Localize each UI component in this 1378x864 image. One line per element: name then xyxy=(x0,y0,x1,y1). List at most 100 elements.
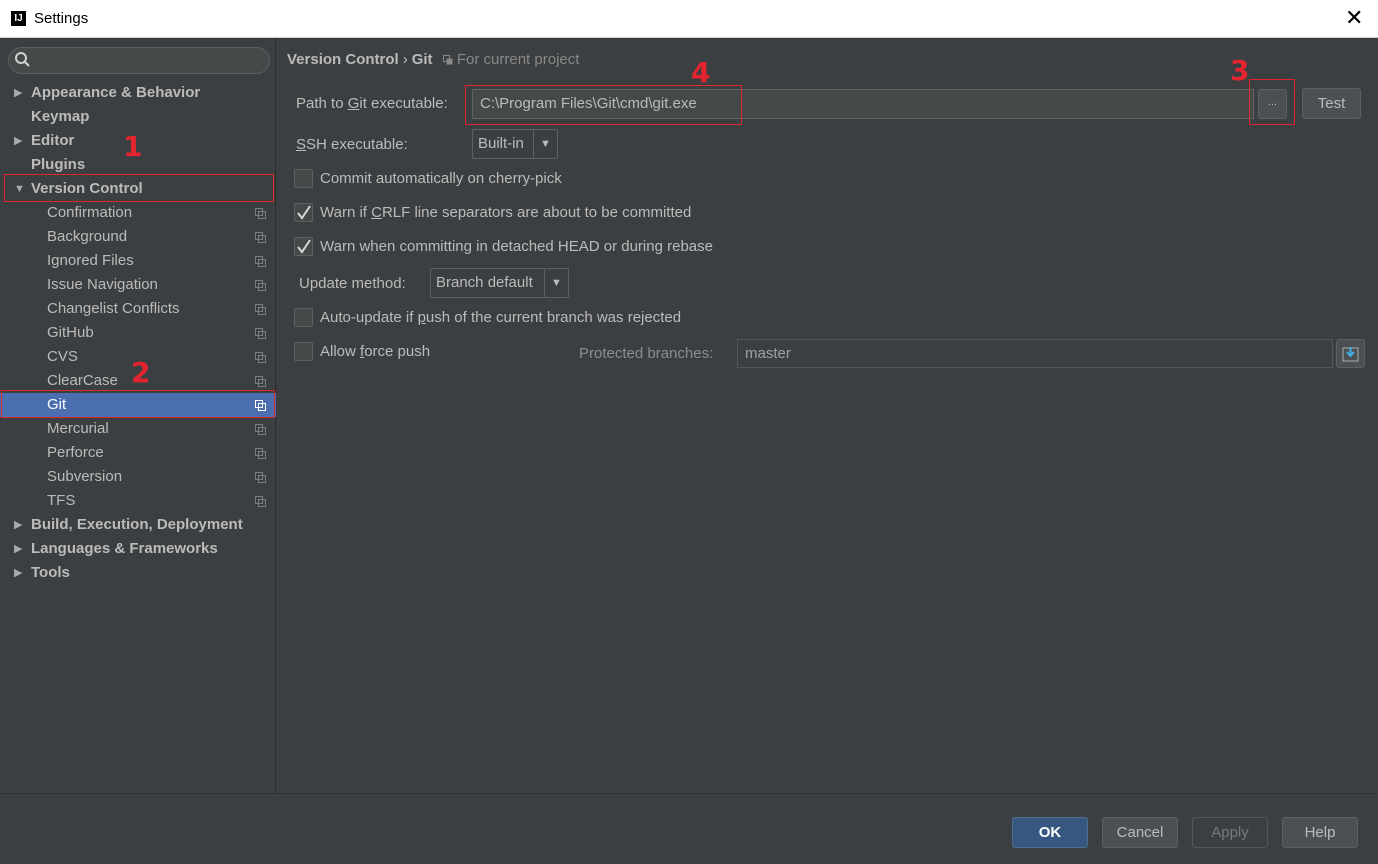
project-scope-icon xyxy=(255,472,266,483)
collapsed-arrow-icon[interactable]: ▶ xyxy=(14,513,22,537)
sidebar-item-changelist-conflicts[interactable]: Changelist Conflicts xyxy=(0,297,276,321)
sidebar-item-issue-navigation[interactable]: Issue Navigation xyxy=(0,273,276,297)
collapsed-arrow-icon[interactable]: ▶ xyxy=(14,129,22,153)
sidebar-item-label: CVS xyxy=(47,348,78,365)
sidebar-item-label: Build, Execution, Deployment xyxy=(31,516,243,533)
sidebar-item-label: Ignored Files xyxy=(47,252,134,269)
ok-button[interactable]: OK xyxy=(1012,817,1088,848)
git-path-label-a: Path to xyxy=(296,95,348,112)
ssh-label-a: S xyxy=(296,136,307,153)
project-scope-icon xyxy=(255,280,266,291)
project-scope-icon xyxy=(255,256,266,267)
sidebar-item-ignored-files[interactable]: Ignored Files xyxy=(0,249,276,273)
sidebar-item-label: Subversion xyxy=(47,468,123,485)
auto-b: p xyxy=(417,309,426,326)
sidebar-item-build-execution-deployment[interactable]: ▶ Build, Execution, Deployment xyxy=(0,513,276,537)
sidebar-item-version-control[interactable]: ▼ Version Control xyxy=(0,177,276,201)
sidebar-item-subversion[interactable]: Subversion xyxy=(0,465,276,489)
sidebar-item-label: Version Control xyxy=(31,180,143,197)
ssh-label-b: SH executable: xyxy=(306,136,408,153)
sidebar-item-confirmation[interactable]: Confirmation xyxy=(0,201,276,225)
force-c: orce push xyxy=(364,343,431,360)
sidebar-item-label: Perforce xyxy=(47,444,104,461)
cancel-button[interactable]: Cancel xyxy=(1102,817,1178,848)
crlf-warning-label: Warn if CRLF line separators are about t… xyxy=(320,202,691,224)
close-icon[interactable]: ✕ xyxy=(1345,5,1363,31)
project-scope-icon xyxy=(442,55,453,65)
ssh-select-value: Built-in xyxy=(478,135,524,152)
sidebar-item-mercurial[interactable]: Mercurial xyxy=(0,417,276,441)
sidebar-item-appearance-behavior[interactable]: ▶ Appearance & Behavior xyxy=(0,81,276,105)
update-method-value: Branch default xyxy=(436,274,533,291)
window-title: Settings xyxy=(34,10,89,27)
auto-a: Auto-update if xyxy=(320,309,418,326)
sidebar-item-label: Appearance & Behavior xyxy=(31,84,201,101)
sidebar-item-label: Keymap xyxy=(31,108,90,125)
chevron-down-icon: ▼ xyxy=(533,130,557,158)
sidebar-item-label: Background xyxy=(47,228,128,245)
sidebar-item-label: Mercurial xyxy=(47,420,109,437)
project-scope-icon xyxy=(255,232,266,243)
breadcrumb-current: Git xyxy=(411,51,433,68)
test-button[interactable]: Test xyxy=(1302,88,1361,119)
sidebar-item-git[interactable]: Git xyxy=(0,393,276,417)
sidebar-item-label: ClearCase xyxy=(47,372,118,389)
ssh-label: SSH executable: xyxy=(296,136,408,153)
project-scope-icon xyxy=(255,496,266,507)
auto-c: ush of the current branch was rejected xyxy=(425,309,682,326)
collapsed-arrow-icon[interactable]: ▶ xyxy=(14,537,22,561)
sidebar-item-perforce[interactable]: Perforce xyxy=(0,441,276,465)
annotation-number: 4 xyxy=(691,56,711,89)
checkbox-box xyxy=(294,308,313,327)
project-scope: For current project xyxy=(442,51,580,68)
sidebar-item-label: Issue Navigation xyxy=(47,276,158,293)
breadcrumb: Version Control › Git For current project xyxy=(287,51,579,68)
sidebar-item-label: Confirmation xyxy=(47,204,133,221)
chevron-down-icon: ▼ xyxy=(544,269,568,297)
git-path-input[interactable]: C:\Program Files\Git\cmd\git.exe xyxy=(472,89,1254,119)
update-method-select[interactable]: Branch default ▼ xyxy=(430,268,569,298)
help-button[interactable]: Help xyxy=(1282,817,1358,848)
sidebar-item-keymap[interactable]: Keymap xyxy=(0,105,276,129)
browse-button[interactable]: ... xyxy=(1258,89,1287,119)
sidebar-item-label: Plugins xyxy=(31,156,86,173)
git-path-label-b: G xyxy=(347,95,360,112)
project-scope-icon xyxy=(255,376,266,387)
collapsed-arrow-icon[interactable]: ▶ xyxy=(14,81,22,105)
sidebar-item-label: Changelist Conflicts xyxy=(47,300,180,317)
protected-branches-input[interactable]: master xyxy=(737,339,1333,368)
detached-head-label: Warn when committing in detached HEAD or… xyxy=(320,238,713,255)
browse-button-label: ... xyxy=(1267,96,1278,108)
crlf-a: Warn if xyxy=(320,204,372,221)
sidebar-item-label: Languages & Frameworks xyxy=(31,540,218,557)
sidebar-item-github[interactable]: GitHub xyxy=(0,321,276,345)
project-scope-label: For current project xyxy=(456,51,580,68)
project-scope-icon xyxy=(255,400,266,411)
checkbox-box xyxy=(294,342,313,361)
search-icon xyxy=(15,52,30,67)
sidebar-item-tfs[interactable]: TFS xyxy=(0,489,276,513)
expand-field-icon xyxy=(1342,347,1359,362)
sidebar-item-label: Editor xyxy=(31,132,75,149)
checkbox-box xyxy=(294,169,313,188)
protected-branches-expand-button[interactable] xyxy=(1336,339,1365,368)
checkbox-box xyxy=(294,237,313,256)
project-scope-icon xyxy=(255,448,266,459)
apply-button[interactable]: Apply xyxy=(1192,817,1268,848)
checkmark-icon xyxy=(297,205,311,220)
annotation-number: 3 xyxy=(1230,54,1250,87)
sidebar-item-tools[interactable]: ▶ Tools xyxy=(0,561,276,585)
dialog-footer: OK Cancel Apply Help xyxy=(0,793,1378,864)
collapsed-arrow-icon[interactable]: ▶ xyxy=(14,561,22,585)
search-input[interactable] xyxy=(8,47,270,74)
breadcrumb-separator: › xyxy=(402,51,408,68)
sidebar-item-background[interactable]: Background xyxy=(0,225,276,249)
project-scope-icon xyxy=(255,304,266,315)
sidebar-item-label: Tools xyxy=(31,564,70,581)
checkbox-box xyxy=(294,203,313,222)
sidebar-item-languages-frameworks[interactable]: ▶ Languages & Frameworks xyxy=(0,537,276,561)
ssh-select[interactable]: Built-in ▼ xyxy=(472,129,558,159)
sidebar-item-label: TFS xyxy=(47,492,76,509)
expanded-arrow-icon[interactable]: ▼ xyxy=(14,177,25,201)
git-settings-panel: Version Control › Git For current project xyxy=(277,38,1378,793)
